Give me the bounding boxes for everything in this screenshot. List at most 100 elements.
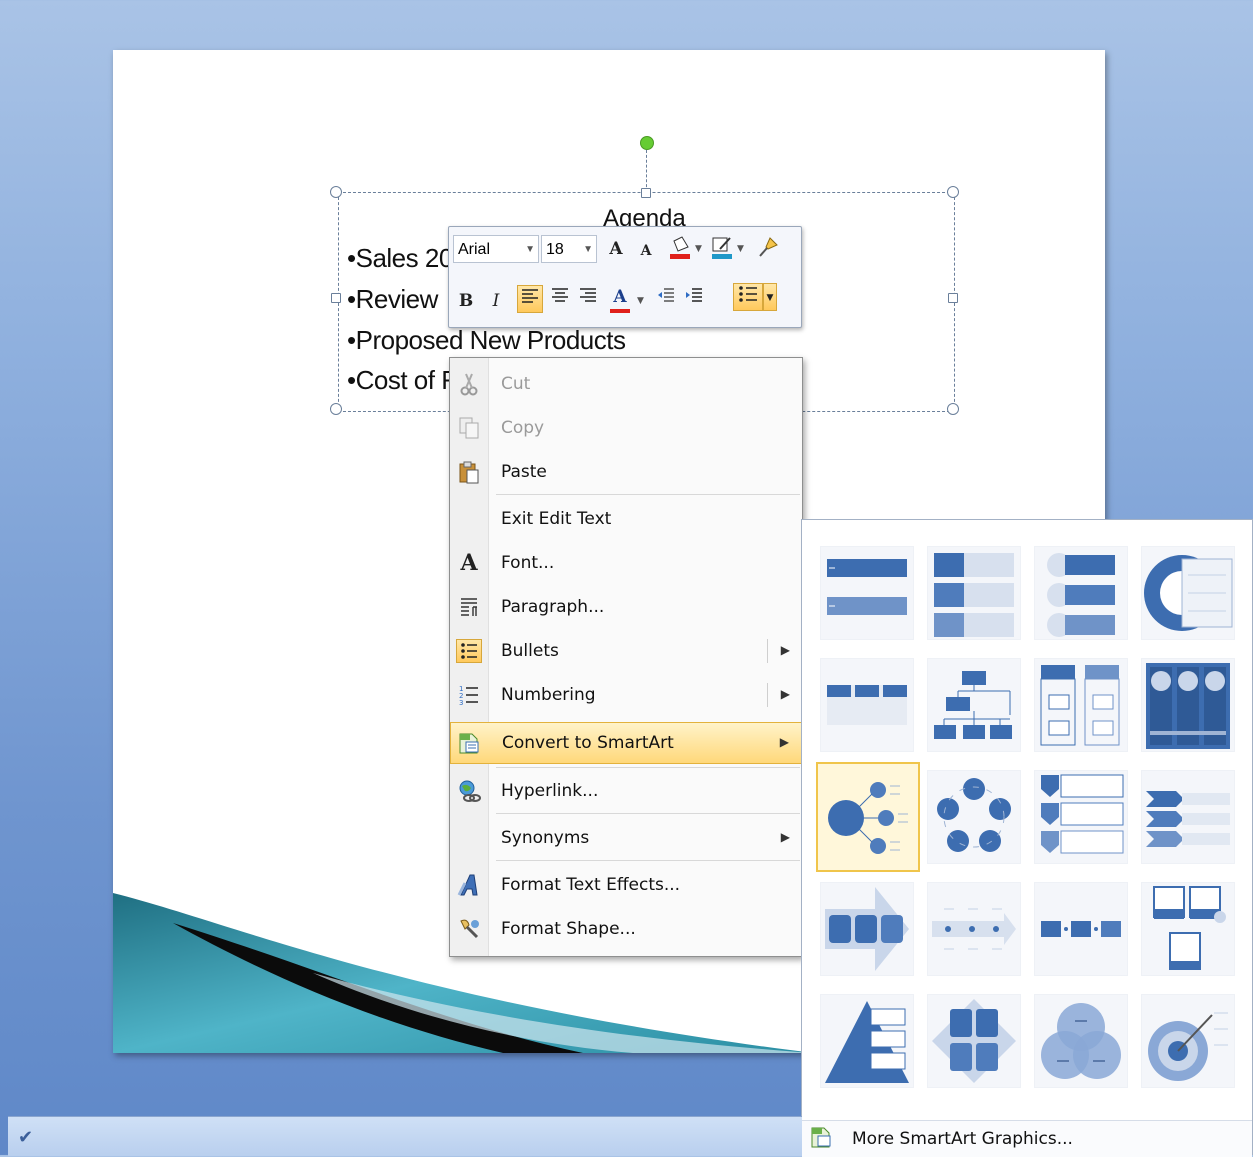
menu-item-convert-to-smartart[interactable]: Convert to SmartArt ▶ <box>450 722 802 764</box>
smartart-thumbnail <box>828 782 908 854</box>
rotation-guide <box>646 150 647 192</box>
smartart-thumbnail <box>934 553 1014 637</box>
smartart-layout-target[interactable] <box>1141 994 1235 1088</box>
smartart-thumbnail <box>1041 774 1124 854</box>
resize-handle-tr[interactable] <box>947 186 959 198</box>
bullet-line-2: •Review <box>347 284 438 314</box>
chevron-down-icon[interactable]: ▼ <box>637 296 644 306</box>
chevron-down-icon[interactable]: ▼ <box>737 244 744 254</box>
menu-item-label: Format Text Effects... <box>501 875 681 895</box>
smartart-layout-table-hierarchy[interactable] <box>927 658 1021 752</box>
smartart-layout-process-arrows[interactable] <box>820 882 914 976</box>
smartart-layout-vertical-chevron-list[interactable] <box>1034 770 1128 864</box>
smartart-layout-radial-cluster[interactable] <box>816 762 920 872</box>
bullet-line-3: •Proposed New Products <box>347 325 626 355</box>
format-shape-icon <box>456 917 482 941</box>
more-smartart-row[interactable]: More SmartArt Graphics... <box>802 1120 1252 1157</box>
bullets-icon <box>739 286 757 302</box>
menu-item-numbering[interactable]: 123 Numbering ▶ <box>450 675 802 715</box>
smartart-layout-horizontal-bullet-list[interactable] <box>820 658 914 752</box>
resize-handle-top[interactable] <box>641 188 651 198</box>
menu-item-format-shape[interactable]: Format Shape... <box>450 909 802 949</box>
smartart-icon <box>457 731 483 755</box>
menu-separator <box>496 767 800 768</box>
submenu-arrow-icon: ▶ <box>780 687 790 701</box>
rotation-handle[interactable] <box>640 136 654 150</box>
menu-item-label: Convert to SmartArt <box>502 733 674 753</box>
menu-item-label: Paste <box>501 462 547 482</box>
smartart-layout-picture-caption[interactable] <box>1141 882 1235 976</box>
menu-item-label: Format Shape... <box>501 919 636 939</box>
smartart-layout-lined-list[interactable] <box>1034 658 1128 752</box>
resize-handle-left[interactable] <box>331 293 341 303</box>
menu-item-cut[interactable]: Cut <box>450 364 802 404</box>
smartart-layout-venn[interactable] <box>1034 994 1128 1088</box>
smartart-layout-matrix[interactable] <box>927 994 1021 1088</box>
smartart-layout-vertical-bullet-list[interactable] <box>927 546 1021 640</box>
menu-item-hyperlink[interactable]: Hyperlink... <box>450 771 802 811</box>
split-separator <box>767 683 768 707</box>
align-right-button[interactable] <box>575 285 601 313</box>
menu-item-paste[interactable]: Paste <box>450 452 802 492</box>
resize-handle-tl[interactable] <box>330 186 342 198</box>
italic-button[interactable]: I <box>483 287 509 315</box>
bold-button[interactable]: B <box>453 287 479 315</box>
menu-separator <box>496 813 800 814</box>
chevron-down-icon[interactable]: ▼ <box>695 244 702 254</box>
bullets-dropdown[interactable]: ▼ <box>763 283 777 311</box>
menu-item-label: Paragraph... <box>501 597 605 617</box>
format-painter-button[interactable] <box>755 235 781 263</box>
grow-font-button[interactable]: A <box>603 235 629 263</box>
smartart-gallery: More SmartArt Graphics... <box>801 519 1253 1157</box>
smartart-layout-pyramid-list[interactable] <box>820 994 914 1088</box>
menu-item-paragraph[interactable]: Paragraph... <box>450 587 802 627</box>
font-size-box[interactable]: 18 ▼ <box>541 235 597 263</box>
align-center-button[interactable] <box>547 285 573 313</box>
menu-item-font[interactable]: A Font... <box>450 543 802 583</box>
smartart-layout-chevron-list[interactable] <box>1141 770 1235 864</box>
menu-item-format-text-effects[interactable]: Format Text Effects... <box>450 865 802 905</box>
resize-handle-br[interactable] <box>947 403 959 415</box>
smartart-layout-basic-process[interactable] <box>1034 882 1128 976</box>
smartart-thumbnail <box>932 908 1016 950</box>
smartart-thumbnail <box>1144 555 1233 631</box>
smartart-icon <box>811 1127 831 1148</box>
submenu-arrow-icon: ▶ <box>779 735 789 749</box>
resize-handle-bl[interactable] <box>330 403 342 415</box>
decrease-indent-button[interactable] <box>653 285 679 313</box>
smartart-layout-process-line[interactable] <box>927 882 1021 976</box>
font-name-box[interactable]: Arial ▼ <box>453 235 539 263</box>
menu-item-exit-edit-text[interactable]: Exit Edit Text <box>450 499 802 539</box>
bullets-button[interactable] <box>733 283 763 311</box>
menu-item-synonyms[interactable]: Synonyms ▶ <box>450 818 802 858</box>
scissors-icon <box>456 372 482 396</box>
menu-item-copy[interactable]: Copy <box>450 408 802 448</box>
smartart-layout-basic-block-list[interactable] <box>820 546 914 640</box>
menu-item-label: Exit Edit Text <box>501 509 612 529</box>
smartart-layout-vertical-picture-list[interactable] <box>1141 658 1235 752</box>
align-left-button[interactable] <box>517 285 543 313</box>
outline-color-button[interactable] <box>709 235 735 263</box>
menu-item-bullets[interactable]: Bullets ▶ <box>450 631 802 671</box>
chevron-down-icon: ▼ <box>766 293 774 303</box>
menu-item-label: Synonyms <box>501 828 590 848</box>
menu-item-label: Font... <box>501 553 555 573</box>
font-color-button[interactable]: A <box>607 283 633 313</box>
highlight-color-button[interactable] <box>667 235 693 263</box>
menu-item-label: Copy <box>501 418 545 438</box>
paint-bucket-icon <box>670 236 690 259</box>
paragraph-icon <box>456 595 482 619</box>
decrease-indent-icon <box>658 288 674 302</box>
resize-handle-right[interactable] <box>948 293 958 303</box>
bold-icon: B <box>458 291 474 311</box>
shrink-font-button[interactable]: A <box>633 237 659 265</box>
increase-indent-button[interactable] <box>681 285 707 313</box>
spell-check-icon[interactable]: ✔ <box>18 1127 33 1148</box>
smartart-thumbnail <box>934 671 1012 739</box>
smartart-thumbnail <box>1041 1003 1121 1079</box>
smartart-layout-vertical-box-list[interactable] <box>1034 546 1128 640</box>
smartart-layout-stacked-list[interactable] <box>1141 546 1235 640</box>
more-smartart-label: More SmartArt Graphics... <box>852 1129 1073 1149</box>
smartart-layout-basic-cycle[interactable] <box>927 770 1021 864</box>
bullets-icon <box>456 639 482 663</box>
